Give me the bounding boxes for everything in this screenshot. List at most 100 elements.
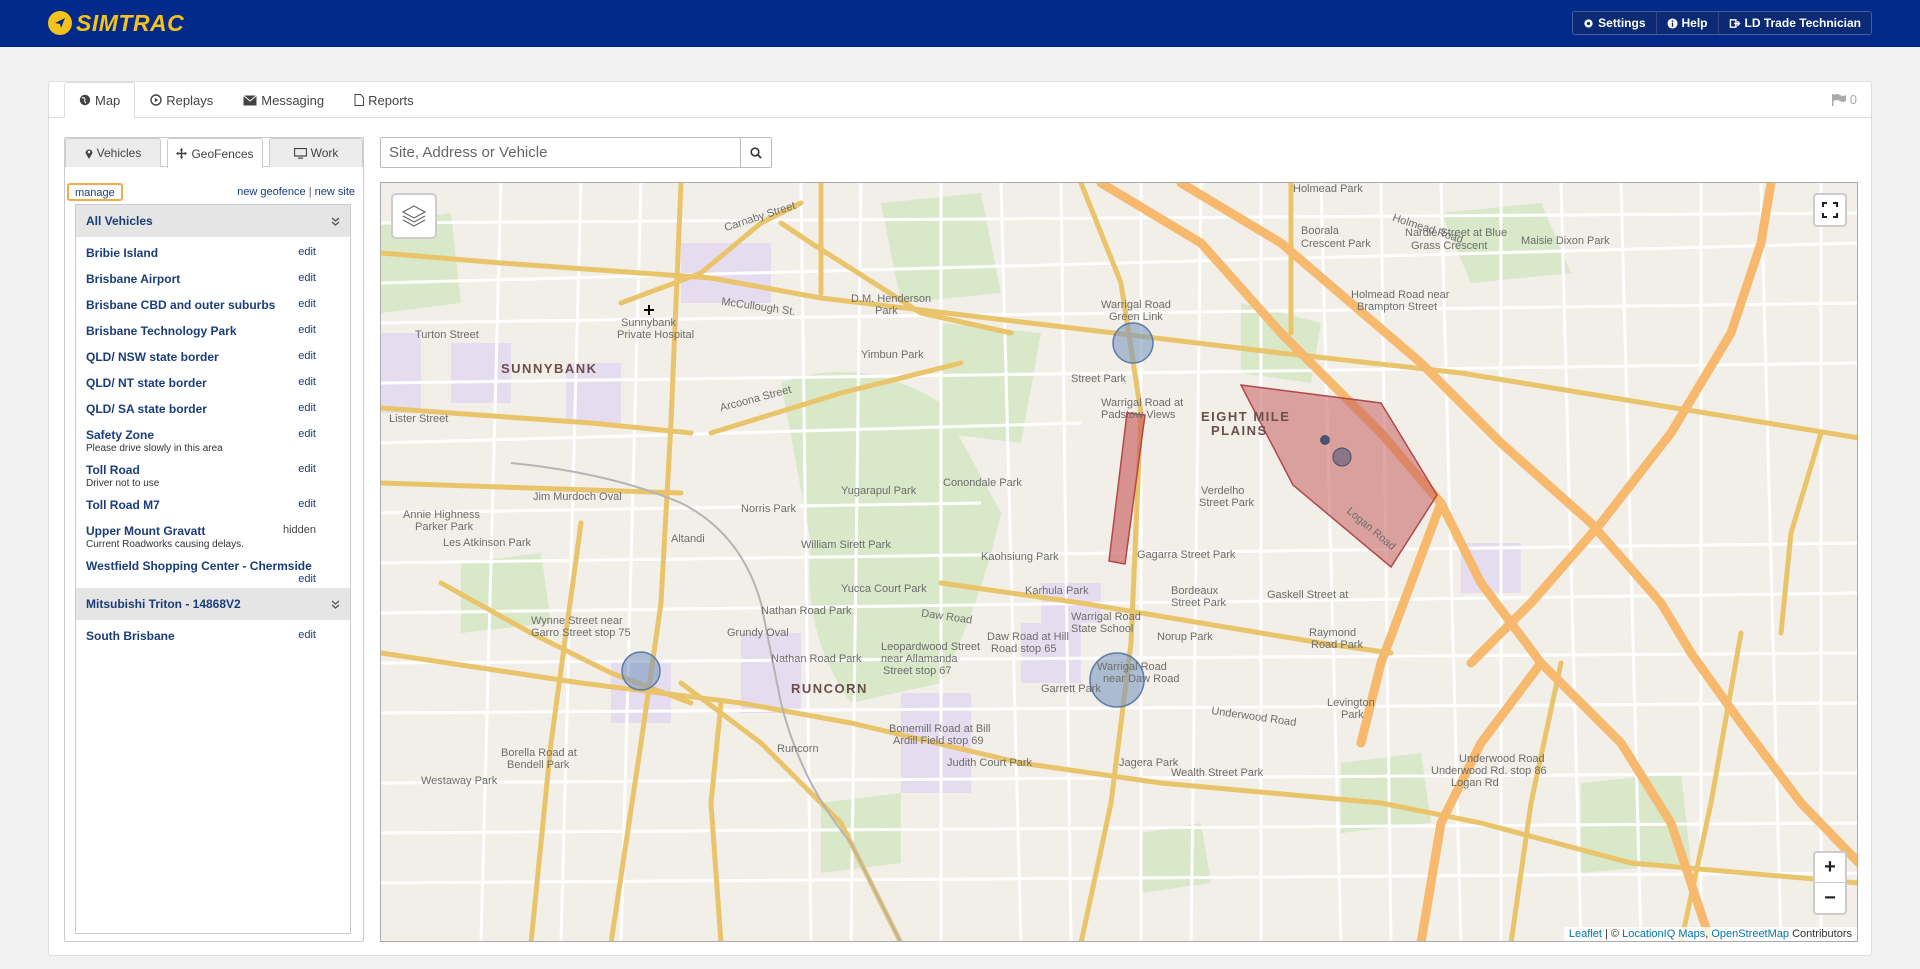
osm-link[interactable]: OpenStreetMap xyxy=(1711,928,1789,940)
tab-messaging[interactable]: Messaging xyxy=(228,82,340,118)
search-bar xyxy=(380,137,772,168)
user-button[interactable]: LD Trade Technician xyxy=(1717,12,1871,34)
tab-map[interactable]: Map xyxy=(64,82,136,118)
locationiq-link[interactable]: LocationIQ Maps xyxy=(1622,928,1705,940)
search-button[interactable] xyxy=(741,137,772,168)
map-attribution: Leaflet | © LocationIQ Maps, OpenStreetM… xyxy=(1563,927,1857,941)
group-header-vehicle[interactable]: Mitsubishi Triton - 14868V2 xyxy=(76,588,350,620)
list-item: South Brisbane edit xyxy=(76,620,350,646)
layers-icon xyxy=(401,205,427,227)
street-label: Runcorn xyxy=(777,743,819,755)
map-marker-icon xyxy=(85,149,93,159)
zoom-out-button[interactable]: − xyxy=(1815,883,1845,913)
top-navbar: SIMTRAC Settings Help LD Trade Technicia… xyxy=(0,0,1920,47)
fullscreen-icon xyxy=(1822,202,1838,218)
edit-link[interactable]: edit xyxy=(298,498,316,510)
street-label: Levington xyxy=(1327,697,1375,709)
street-label: Street stop 67 xyxy=(883,665,952,677)
new-site-link[interactable]: new site xyxy=(315,186,355,198)
geofence-note: Driver not to use xyxy=(86,478,160,489)
leaflet-link[interactable]: Leaflet xyxy=(1569,928,1602,940)
edit-link[interactable]: edit xyxy=(298,428,316,440)
street-label: Street Park xyxy=(1171,597,1227,609)
street-label: Jim Murdoch Oval xyxy=(533,491,622,503)
street-label: Road stop 65 xyxy=(991,643,1057,655)
zoom-control: + − xyxy=(1813,851,1847,915)
street-label: Parker Park xyxy=(415,521,474,533)
group-header-all-vehicles[interactable]: All Vehicles xyxy=(76,205,350,237)
help-label: Help xyxy=(1681,16,1708,30)
street-label: Warrigal Road xyxy=(1071,611,1141,623)
list-item: Brisbane Airport edit xyxy=(76,263,350,289)
list-item: Safety Zone Please drive slowly in this … xyxy=(76,419,350,454)
zoom-in-button[interactable]: + xyxy=(1815,853,1845,883)
edit-link[interactable]: edit xyxy=(298,376,316,388)
edit-link[interactable]: edit xyxy=(298,402,316,414)
link-separator: | xyxy=(308,186,312,198)
play-circle-icon xyxy=(150,94,162,106)
help-button[interactable]: Help xyxy=(1655,12,1718,34)
street-label: Kaohsiung Park xyxy=(981,551,1059,563)
subtab-work-label: Work xyxy=(310,146,339,160)
map-tiles xyxy=(381,183,1857,941)
list-item: Brisbane Technology Park edit xyxy=(76,315,350,341)
file-icon xyxy=(354,94,365,106)
search-icon xyxy=(750,146,762,159)
edit-link[interactable]: edit xyxy=(86,573,340,585)
settings-label: Settings xyxy=(1598,16,1646,30)
list-item: Bribie Island edit xyxy=(76,237,350,263)
street-label: Yimbun Park xyxy=(861,349,924,361)
street-label: Street Park xyxy=(1199,497,1255,509)
flag-counter[interactable]: 0 xyxy=(1831,92,1857,107)
street-label: Warrigal Road xyxy=(1097,661,1167,673)
tab-reports[interactable]: Reports xyxy=(339,82,429,118)
street-label: Grass Crescent xyxy=(1411,240,1488,252)
edit-link[interactable]: edit xyxy=(298,298,316,310)
new-geofence-link[interactable]: new geofence xyxy=(237,186,306,198)
brand-logo[interactable]: SIMTRAC xyxy=(48,10,184,36)
search-input[interactable] xyxy=(380,137,741,168)
group-title: All Vehicles xyxy=(86,214,153,228)
subtab-vehicles[interactable]: Vehicles xyxy=(65,138,161,167)
double-chevron-down-icon xyxy=(331,600,340,609)
edit-link[interactable]: edit xyxy=(298,629,316,641)
navbar-button-group: Settings Help LD Trade Technician xyxy=(1572,11,1872,35)
edit-link[interactable]: edit xyxy=(298,350,316,362)
manage-button[interactable]: manage xyxy=(67,183,123,201)
street-label: Bonemill Road at Bill xyxy=(889,723,991,735)
street-label: Wealth Street Park xyxy=(1171,767,1264,779)
subtab-geofences-label: GeoFences xyxy=(191,146,254,161)
street-label: Raymond xyxy=(1309,627,1357,639)
edit-link[interactable]: edit xyxy=(298,463,316,475)
subtab-geofences[interactable]: GeoFences xyxy=(167,138,263,168)
edit-link[interactable]: edit xyxy=(298,324,316,336)
street-label: Warrigal Road at xyxy=(1101,397,1184,409)
street-label: Ardill Field stop 69 xyxy=(893,735,984,747)
user-label: LD Trade Technician xyxy=(1744,16,1861,30)
street-label: Warrigal Road xyxy=(1101,299,1171,311)
street-label: Park xyxy=(875,305,898,317)
street-label: Karhula Park xyxy=(1025,585,1089,597)
street-label: Westaway Park xyxy=(421,775,498,787)
settings-button[interactable]: Settings xyxy=(1573,12,1656,34)
list-item: Westfield Shopping Center - Chermside ed… xyxy=(76,550,350,586)
street-label: Grundy Oval xyxy=(727,627,789,639)
edit-link[interactable]: edit xyxy=(298,246,316,258)
street-label: Jagera Park xyxy=(1119,757,1179,769)
subtab-work[interactable]: Work xyxy=(269,138,363,167)
map-view[interactable]: SUNNYBANK EIGHT MILE PLAINS RUNCORN Carn… xyxy=(380,182,1858,942)
gear-icon xyxy=(1584,18,1593,28)
street-label: Sunnybank xyxy=(621,317,677,329)
street-label: Gagarra Street Park xyxy=(1137,549,1236,561)
geofence-name[interactable]: Westfield Shopping Center - Chermside xyxy=(86,559,340,573)
tab-replays[interactable]: Replays xyxy=(135,82,229,118)
layers-control[interactable] xyxy=(391,193,437,239)
envelope-icon xyxy=(243,94,258,105)
main-tabs: Map Replays Messaging Reports xyxy=(64,82,429,118)
edit-link[interactable]: edit xyxy=(298,272,316,284)
street-label: Brampton Street xyxy=(1357,301,1438,313)
fullscreen-button[interactable] xyxy=(1813,193,1847,227)
tab-map-label: Map xyxy=(95,92,121,108)
list-item: Upper Mount Gravatt Current Roadworks ca… xyxy=(76,515,350,550)
street-label: Turton Street xyxy=(415,329,479,341)
